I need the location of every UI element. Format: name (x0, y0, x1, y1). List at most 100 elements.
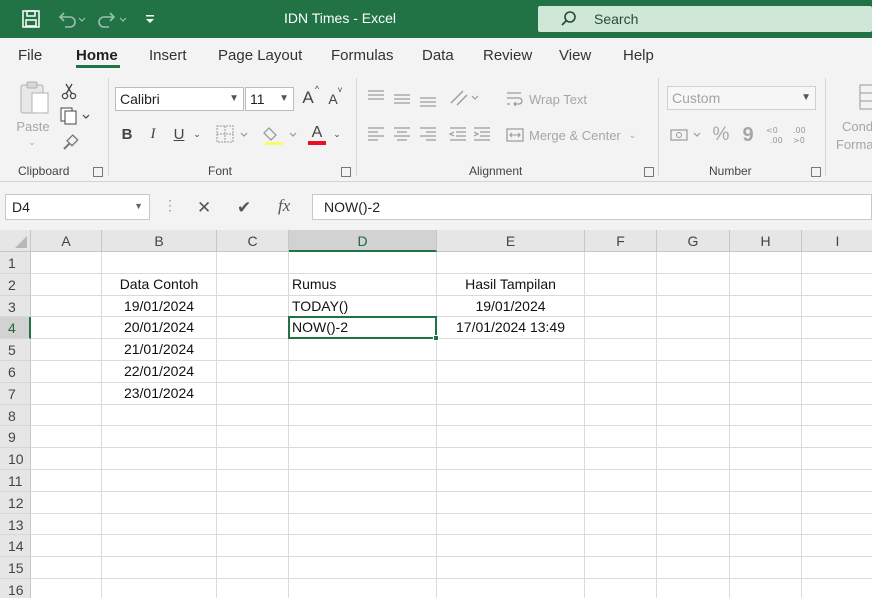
cell-e16[interactable] (437, 579, 585, 598)
cell-a10[interactable] (31, 448, 102, 470)
cell-i16[interactable] (802, 579, 872, 598)
row-header-8[interactable]: 8 (0, 404, 31, 427)
cell-h16[interactable] (730, 579, 802, 598)
cell-d13[interactable] (289, 513, 437, 536)
cell-b16[interactable] (102, 579, 217, 598)
cell-h11[interactable] (730, 470, 802, 492)
cell-a7[interactable] (31, 382, 102, 405)
tab-file[interactable]: File (18, 47, 42, 64)
formula-input[interactable]: NOW()-2 (312, 194, 872, 220)
borders-icon[interactable] (214, 124, 252, 144)
cell-h7[interactable] (730, 382, 802, 405)
cell-h5[interactable] (730, 339, 802, 361)
cell-f2[interactable] (585, 273, 657, 296)
cell-a3[interactable] (31, 295, 102, 318)
splitter-dots-icon[interactable]: ⋮ (163, 197, 177, 214)
cell-g2[interactable] (657, 273, 730, 296)
cell-a14[interactable] (31, 535, 102, 558)
enter-icon[interactable]: ✔ (237, 198, 251, 218)
cell-b5[interactable]: 21/01/2024 (102, 339, 217, 361)
cell-h12[interactable] (730, 491, 802, 514)
cell-b11[interactable] (102, 470, 217, 492)
vertical-align-icons[interactable] (364, 88, 444, 108)
cell-g6[interactable] (657, 361, 730, 383)
cell-g16[interactable] (657, 579, 730, 598)
tab-insert[interactable]: Insert (149, 47, 187, 64)
decimal-icons[interactable]: <0.00.00 >0 (765, 124, 817, 146)
cell-b13[interactable] (102, 513, 217, 536)
cell-h6[interactable] (730, 361, 802, 383)
cell-h13[interactable] (730, 513, 802, 536)
cell-d5[interactable] (289, 339, 437, 361)
cell-f10[interactable] (585, 448, 657, 470)
row-header-4[interactable]: 4 (0, 317, 31, 340)
tab-review[interactable]: Review (483, 47, 532, 64)
cell-c5[interactable] (217, 339, 289, 361)
cell-c3[interactable] (217, 295, 289, 318)
cell-b12[interactable] (102, 491, 217, 514)
cell-b3[interactable]: 19/01/2024 (102, 295, 217, 318)
cell-d8[interactable] (289, 404, 437, 427)
cell-d3[interactable]: TODAY() (289, 295, 437, 318)
conditional-formatting-label-2[interactable]: Forma (836, 136, 872, 152)
cell-i1[interactable] (802, 252, 872, 274)
cell-i11[interactable] (802, 470, 872, 492)
cell-b6[interactable]: 22/01/2024 (102, 361, 217, 383)
orientation-icon[interactable] (448, 86, 484, 108)
cell-e7[interactable] (437, 382, 585, 405)
cell-g11[interactable] (657, 470, 730, 492)
cell-g8[interactable] (657, 404, 730, 427)
tab-home[interactable]: Home (76, 47, 118, 64)
chevron-down-icon[interactable]: ⌄ (190, 126, 204, 142)
merge-center-button[interactable]: Merge & Center ⌄ (505, 124, 645, 146)
cell-g14[interactable] (657, 535, 730, 558)
column-header-c[interactable]: C (217, 230, 289, 252)
tab-formulas[interactable]: Formulas (331, 47, 394, 64)
alignment-launcher-icon[interactable] (644, 167, 654, 177)
underline-button[interactable]: U (170, 124, 188, 144)
cell-f9[interactable] (585, 426, 657, 449)
cell-d15[interactable] (289, 557, 437, 579)
cell-i15[interactable] (802, 557, 872, 579)
cell-e10[interactable] (437, 448, 585, 470)
cell-g13[interactable] (657, 513, 730, 536)
wrap-text-button[interactable]: Wrap Text (505, 88, 593, 110)
cell-a6[interactable] (31, 361, 102, 383)
horizontal-align-icons[interactable] (364, 124, 444, 144)
row-header-1[interactable]: 1 (0, 252, 31, 274)
cell-h3[interactable] (730, 295, 802, 318)
font-size-select[interactable]: 11 ▼ (245, 87, 294, 111)
cell-a12[interactable] (31, 491, 102, 514)
row-header-10[interactable]: 10 (0, 448, 31, 470)
row-header-15[interactable]: 15 (0, 557, 31, 579)
cell-d1[interactable] (289, 252, 437, 274)
cell-h15[interactable] (730, 557, 802, 579)
cell-c9[interactable] (217, 426, 289, 449)
cell-c6[interactable] (217, 361, 289, 383)
cell-e12[interactable] (437, 491, 585, 514)
cell-d9[interactable] (289, 426, 437, 449)
cell-c14[interactable] (217, 535, 289, 558)
row-header-16[interactable]: 16 (0, 579, 31, 598)
cell-e5[interactable] (437, 339, 585, 361)
cell-d7[interactable] (289, 382, 437, 405)
cell-i3[interactable] (802, 296, 872, 318)
cell-i4[interactable] (802, 317, 872, 340)
cell-a5[interactable] (31, 339, 102, 361)
cell-e3[interactable]: 19/01/2024 (437, 295, 585, 318)
cell-g9[interactable] (657, 426, 730, 449)
cell-c8[interactable] (217, 404, 289, 427)
font-name-select[interactable]: Calibri ▼ (115, 87, 244, 111)
copy-icon[interactable] (58, 106, 92, 126)
cell-i9[interactable] (802, 426, 872, 449)
cell-i6[interactable] (802, 361, 872, 383)
cell-f15[interactable] (585, 557, 657, 579)
cell-h2[interactable] (730, 273, 802, 296)
cell-g3[interactable] (657, 295, 730, 318)
cell-a4[interactable] (31, 317, 102, 340)
cell-d2[interactable]: Rumus (289, 273, 437, 296)
cell-h4[interactable] (730, 317, 802, 340)
clipboard-launcher-icon[interactable] (93, 167, 103, 177)
cell-f1[interactable] (585, 252, 657, 274)
cell-i13[interactable] (802, 514, 872, 536)
